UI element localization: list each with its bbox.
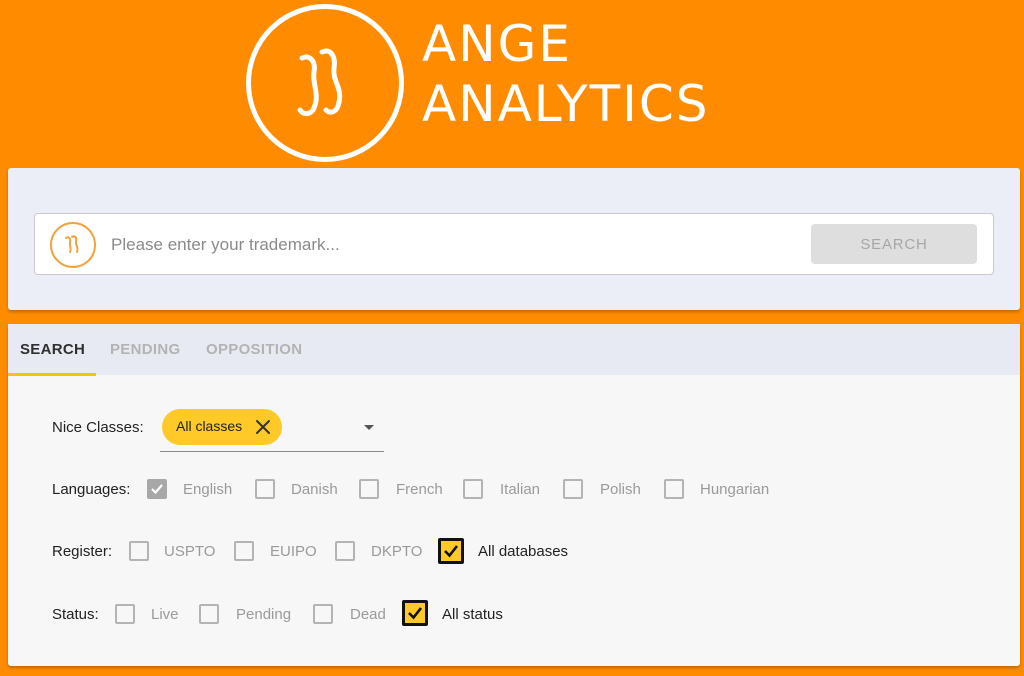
all-databases-label: All databases: [478, 543, 569, 560]
uspto-checkbox[interactable]: [129, 541, 149, 561]
polish-checkbox[interactable]: [563, 479, 583, 499]
tab-search[interactable]: SEARCH: [20, 324, 85, 375]
filter-panel: SEARCH PENDING OPPOSITION Nice Classes: …: [8, 324, 1020, 666]
chevron-down-icon[interactable]: [364, 425, 374, 430]
trademark-search-input[interactable]: [109, 228, 793, 262]
all-databases-checkbox[interactable]: [438, 538, 464, 564]
search-card: SEARCH: [8, 168, 1020, 310]
ange-logo-icon: [50, 222, 96, 268]
chip-label: All classes: [176, 418, 243, 434]
italian-checkbox[interactable]: [463, 479, 483, 499]
brand-wordmark: ANGE ANALYTICS: [422, 14, 710, 134]
danish-checkbox[interactable]: [255, 479, 275, 499]
all-status-checkbox[interactable]: [402, 600, 428, 626]
dkpto-checkbox[interactable]: [335, 541, 355, 561]
tab-pending[interactable]: PENDING: [110, 324, 180, 375]
search-bar: SEARCH: [34, 213, 994, 275]
polish-label: Polish: [600, 481, 641, 498]
check-icon: [151, 484, 163, 495]
brand-line-2: ANALYTICS: [422, 75, 710, 133]
all-status-label: All status: [442, 606, 503, 623]
french-label: French: [396, 481, 443, 498]
nice-classes-select-underline: [160, 451, 384, 452]
languages-label: Languages:: [52, 481, 131, 498]
pending-checkbox[interactable]: [199, 604, 219, 624]
live-checkbox[interactable]: [115, 604, 135, 624]
live-label: Live: [151, 606, 179, 623]
hungarian-checkbox[interactable]: [664, 479, 684, 499]
dead-checkbox[interactable]: [313, 604, 333, 624]
tab-opposition[interactable]: OPPOSITION: [206, 324, 302, 375]
dkpto-label: DKPTO: [371, 543, 423, 560]
status-label: Status:: [52, 606, 99, 623]
active-tab-indicator: [8, 373, 96, 376]
brand-logo-icon: [246, 4, 404, 162]
tab-bar: SEARCH PENDING OPPOSITION: [8, 324, 1020, 376]
ange-squiggle-icon: [297, 48, 343, 117]
close-icon[interactable]: [254, 418, 272, 436]
uspto-label: USPTO: [164, 543, 216, 560]
all-classes-chip[interactable]: All classes: [162, 409, 282, 445]
check-icon: [444, 545, 459, 558]
brand-line-1: ANGE: [422, 15, 572, 73]
hungarian-label: Hungarian: [700, 481, 770, 498]
english-label: English: [183, 481, 233, 498]
dead-label: Dead: [350, 606, 386, 623]
pending-label: Pending: [236, 606, 292, 623]
check-icon: [408, 607, 423, 620]
search-button[interactable]: SEARCH: [811, 224, 977, 264]
nice-classes-label: Nice Classes:: [52, 419, 144, 436]
french-checkbox[interactable]: [359, 479, 379, 499]
euipo-label: EUIPO: [270, 543, 317, 560]
register-label: Register:: [52, 543, 113, 560]
english-checkbox[interactable]: [147, 479, 167, 499]
euipo-checkbox[interactable]: [234, 541, 254, 561]
italian-label: Italian: [500, 481, 541, 498]
danish-label: Danish: [291, 481, 338, 498]
